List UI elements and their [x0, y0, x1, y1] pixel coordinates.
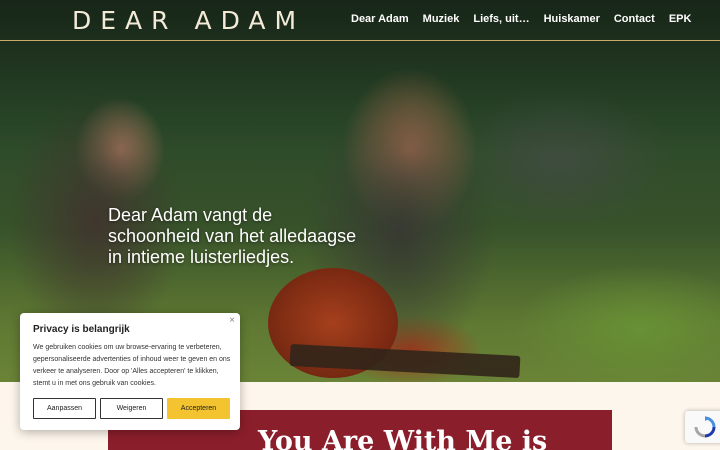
cookie-dialog: × Privacy is belangrijk We gebruiken coo… [20, 313, 240, 430]
cookie-title: Privacy is belangrijk [33, 324, 130, 335]
nav-muziek[interactable]: Muziek [423, 13, 460, 25]
reject-button[interactable]: Weigeren [100, 398, 163, 419]
close-icon[interactable]: × [229, 315, 235, 326]
nav-dear-adam[interactable]: Dear Adam [351, 13, 409, 25]
site-header: DEAR ADAM Dear Adam Muziek Liefs, uit… H… [0, 0, 720, 41]
recaptcha-badge[interactable] [685, 411, 720, 443]
main-nav: Dear Adam Muziek Liefs, uit… Huiskamer C… [351, 13, 705, 25]
banner-title: You Are With Me is [258, 426, 548, 450]
nav-liefs-uit[interactable]: Liefs, uit… [473, 13, 529, 25]
nav-epk[interactable]: EPK [669, 13, 692, 25]
nav-huiskamer[interactable]: Huiskamer [544, 13, 600, 25]
nav-contact[interactable]: Contact [614, 13, 655, 25]
recaptcha-icon [694, 416, 716, 438]
site-logo[interactable]: DEAR ADAM [72, 6, 305, 35]
cookie-buttons: Aanpassen Weigeren Accepteren [33, 398, 234, 419]
accept-button[interactable]: Accepteren [167, 398, 230, 419]
cookie-body: We gebruiken cookies om uw browse-ervari… [33, 344, 231, 387]
customize-button[interactable]: Aanpassen [33, 398, 96, 419]
hero-tagline: Dear Adam vangt de schoonheid van het al… [108, 205, 357, 267]
